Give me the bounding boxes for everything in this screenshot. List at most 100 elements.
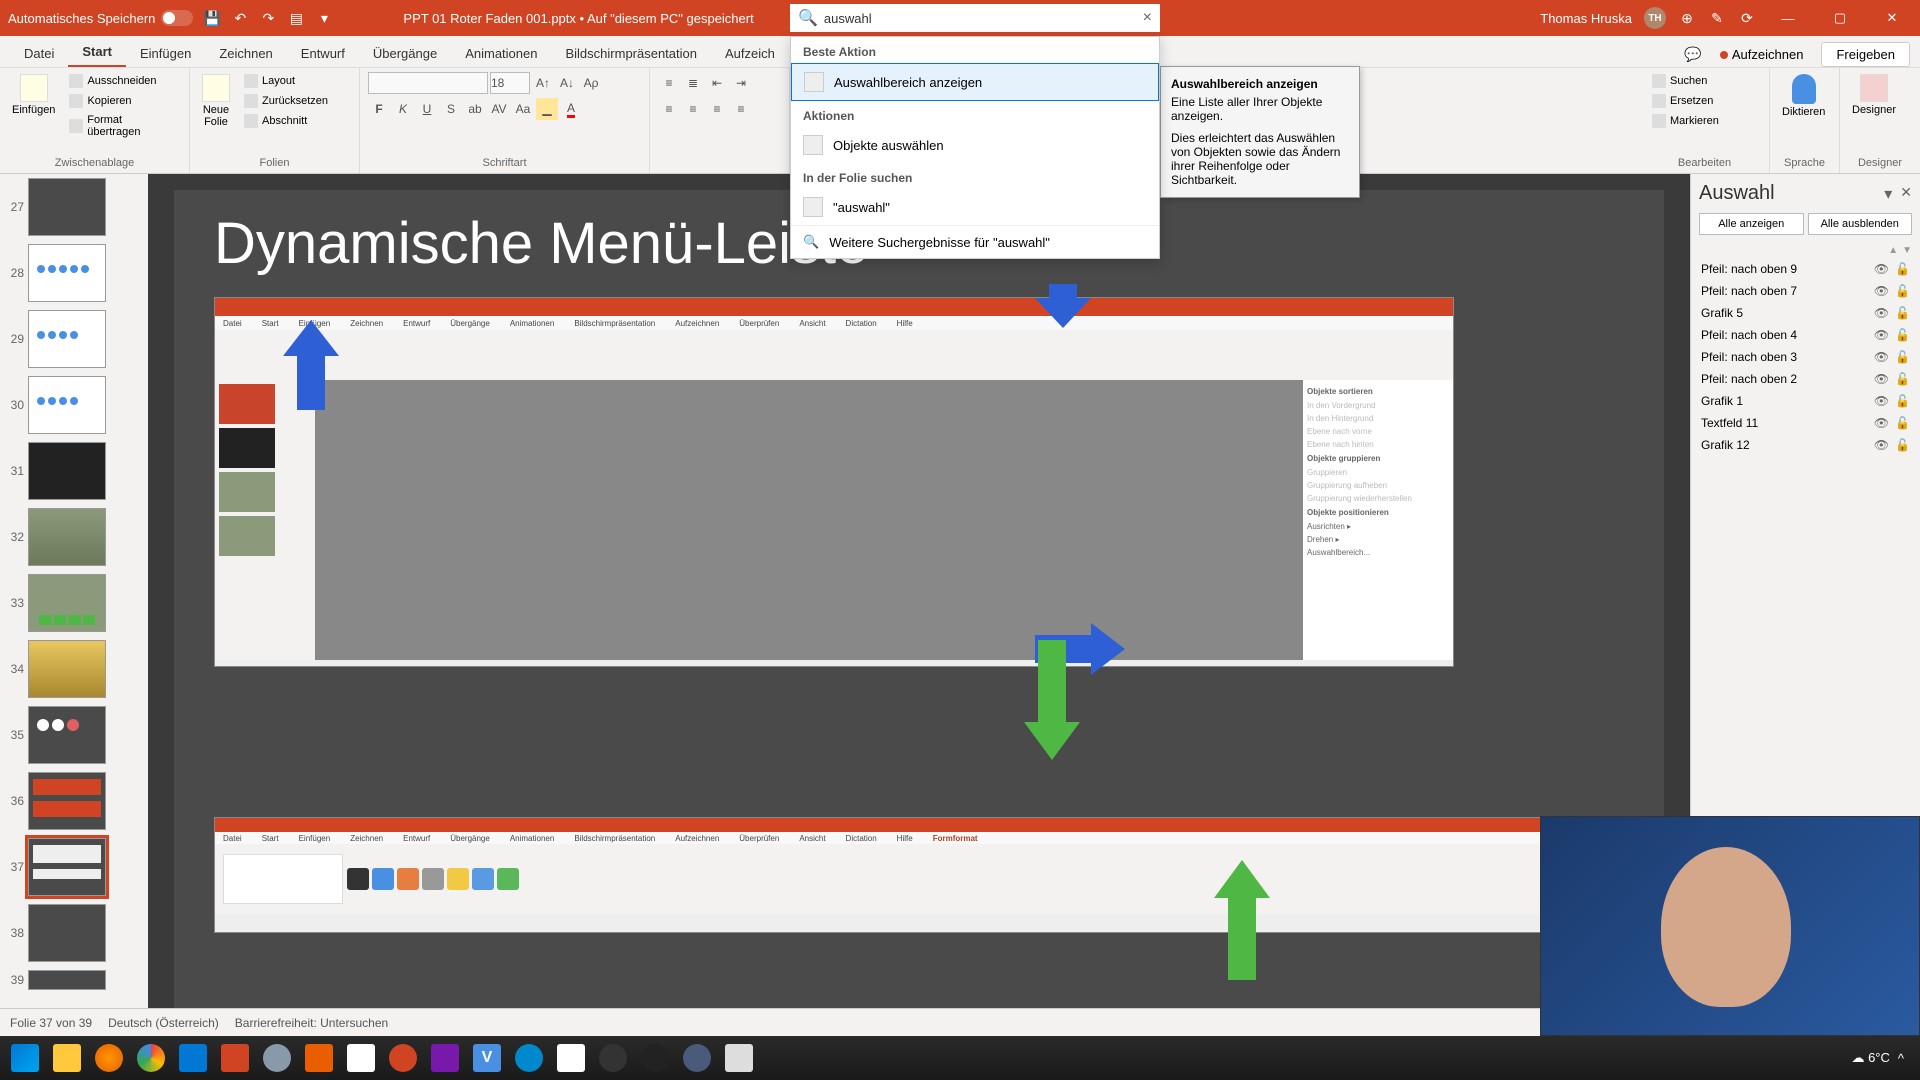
font-size-select[interactable] [490,72,530,94]
app7-button[interactable] [676,1039,718,1077]
app5-button[interactable] [550,1039,592,1077]
explorer-button[interactable] [46,1039,88,1077]
eye-icon[interactable]: 👁 [1874,284,1889,298]
eye-icon[interactable]: 👁 [1874,328,1889,342]
obs-button[interactable] [592,1039,634,1077]
shadow-button[interactable]: ab [464,98,486,120]
thumbnail-27[interactable]: 27 [4,178,144,236]
designer-button[interactable]: Designer [1848,72,1900,118]
redo-icon[interactable]: ↷ [259,9,277,27]
eye-icon[interactable]: 👁 [1874,372,1889,386]
tray-chevron[interactable]: ^ [1898,1051,1904,1066]
increase-font-button[interactable]: A↑ [532,72,554,94]
search-close-icon[interactable]: × [1143,9,1152,27]
font-select[interactable] [368,72,488,94]
thumbnail-38[interactable]: 38 [4,904,144,962]
chrome-button[interactable] [130,1039,172,1077]
eye-icon[interactable]: 👁 [1874,394,1889,408]
autosave-toggle[interactable]: Automatisches Speichern [8,10,193,26]
slide-thumbnails[interactable]: 27 28 29 30 31 32 33 34 35 36 37 38 39 [0,174,148,1008]
align-left-button[interactable]: ≡ [658,98,680,120]
move-up-icon[interactable]: ▲ [1888,245,1898,256]
slide-image-1[interactable]: DateiStartEinfügenZeichnenEntwurfÜbergän… [214,297,1454,667]
eye-icon[interactable]: 👁 [1874,350,1889,364]
strike-button[interactable]: S [440,98,462,120]
list-item[interactable]: Textfeld 11👁🔓 [1699,412,1912,434]
tab-datei[interactable]: Datei [10,40,68,67]
spacing-button[interactable]: AV [488,98,510,120]
section-button[interactable]: Abschnitt [240,112,332,130]
cut-button[interactable]: Ausschneiden [65,72,181,90]
app6-button[interactable] [634,1039,676,1077]
result-more[interactable]: 🔍 Weitere Suchergebnisse für "auswahl" [791,225,1159,258]
lock-icon[interactable]: 🔓 [1895,438,1910,452]
hide-all-button[interactable]: Alle ausblenden [1808,213,1913,235]
result-selection-pane[interactable]: Auswahlbereich anzeigen [791,63,1159,101]
tab-entwurf[interactable]: Entwurf [287,40,359,67]
dictate-button[interactable]: Diktieren [1778,72,1829,120]
list-item[interactable]: Pfeil: nach oben 4👁🔓 [1699,324,1912,346]
indent-less-button[interactable]: ⇤ [706,72,728,94]
thumbnail-30[interactable]: 30 [4,376,144,434]
thumbnail-33[interactable]: 33 [4,574,144,632]
pen-icon[interactable]: ✎ [1708,9,1726,27]
thumbnail-34[interactable]: 34 [4,640,144,698]
app8-button[interactable] [718,1039,760,1077]
layout-button[interactable]: Layout [240,72,332,90]
save-icon[interactable]: 💾 [203,9,221,27]
select-button[interactable]: Markieren [1648,112,1723,130]
eye-icon[interactable]: 👁 [1874,306,1889,320]
outlook-button[interactable] [172,1039,214,1077]
eye-icon[interactable]: 👁 [1874,438,1889,452]
onenote-button[interactable] [424,1039,466,1077]
slide-counter[interactable]: Folie 37 von 39 [10,1016,92,1030]
tab-aufzeichnen[interactable]: Aufzeich [711,40,789,67]
tab-uebergaenge[interactable]: Übergänge [359,40,451,67]
font-color-button[interactable]: A [560,98,582,120]
app3-button[interactable] [382,1039,424,1077]
bold-button[interactable]: F [368,98,390,120]
lock-icon[interactable]: 🔓 [1895,416,1910,430]
lock-icon[interactable]: 🔓 [1895,262,1910,276]
search-input[interactable] [824,11,1143,26]
thumbnail-31[interactable]: 31 [4,442,144,500]
show-all-button[interactable]: Alle anzeigen [1699,213,1804,235]
record-button[interactable]: Aufzeichnen [1710,43,1814,66]
eye-icon[interactable]: 👁 [1874,416,1889,430]
weather-widget[interactable]: ☁ 6°C [1851,1050,1889,1066]
tab-zeichnen[interactable]: Zeichnen [205,40,286,67]
numbering-button[interactable]: ≣ [682,72,704,94]
new-slide-button[interactable]: Neue Folie [198,72,234,130]
search-box[interactable]: 🔍 × [790,4,1160,32]
lock-icon[interactable]: 🔓 [1895,350,1910,364]
list-item[interactable]: Pfeil: nach oben 9👁🔓 [1699,258,1912,280]
align-center-button[interactable]: ≡ [682,98,704,120]
accessibility-label[interactable]: Barrierefreiheit: Untersuchen [235,1016,388,1030]
thumbnail-37[interactable]: 37 [4,838,144,896]
user-avatar[interactable]: TH [1644,7,1666,29]
thumbnail-32[interactable]: 32 [4,508,144,566]
lock-icon[interactable]: 🔓 [1895,328,1910,342]
result-find-text[interactable]: "auswahl" [791,189,1159,225]
globe-icon[interactable]: ⊕ [1678,9,1696,27]
bullets-button[interactable]: ≡ [658,72,680,94]
replace-button[interactable]: Ersetzen [1648,92,1723,110]
telegram-button[interactable] [508,1039,550,1077]
decrease-font-button[interactable]: A↓ [556,72,578,94]
underline-button[interactable]: U [416,98,438,120]
share-button[interactable]: Freigeben [1821,42,1910,67]
list-item[interactable]: Pfeil: nach oben 3👁🔓 [1699,346,1912,368]
dropdown-icon[interactable]: ▾ [315,9,333,27]
find-button[interactable]: Suchen [1648,72,1723,90]
format-painter-button[interactable]: Format übertragen [65,112,181,140]
copy-button[interactable]: Kopieren [65,92,181,110]
thumbnail-28[interactable]: 28 [4,244,144,302]
thumbnail-29[interactable]: 29 [4,310,144,368]
list-item[interactable]: Pfeil: nach oben 2👁🔓 [1699,368,1912,390]
start-button[interactable] [4,1039,46,1077]
eye-icon[interactable]: 👁 [1874,262,1889,276]
paste-button[interactable]: Einfügen [8,72,59,118]
italic-button[interactable]: K [392,98,414,120]
comment-icon[interactable]: 💬 [1684,46,1702,64]
lock-icon[interactable]: 🔓 [1895,284,1910,298]
